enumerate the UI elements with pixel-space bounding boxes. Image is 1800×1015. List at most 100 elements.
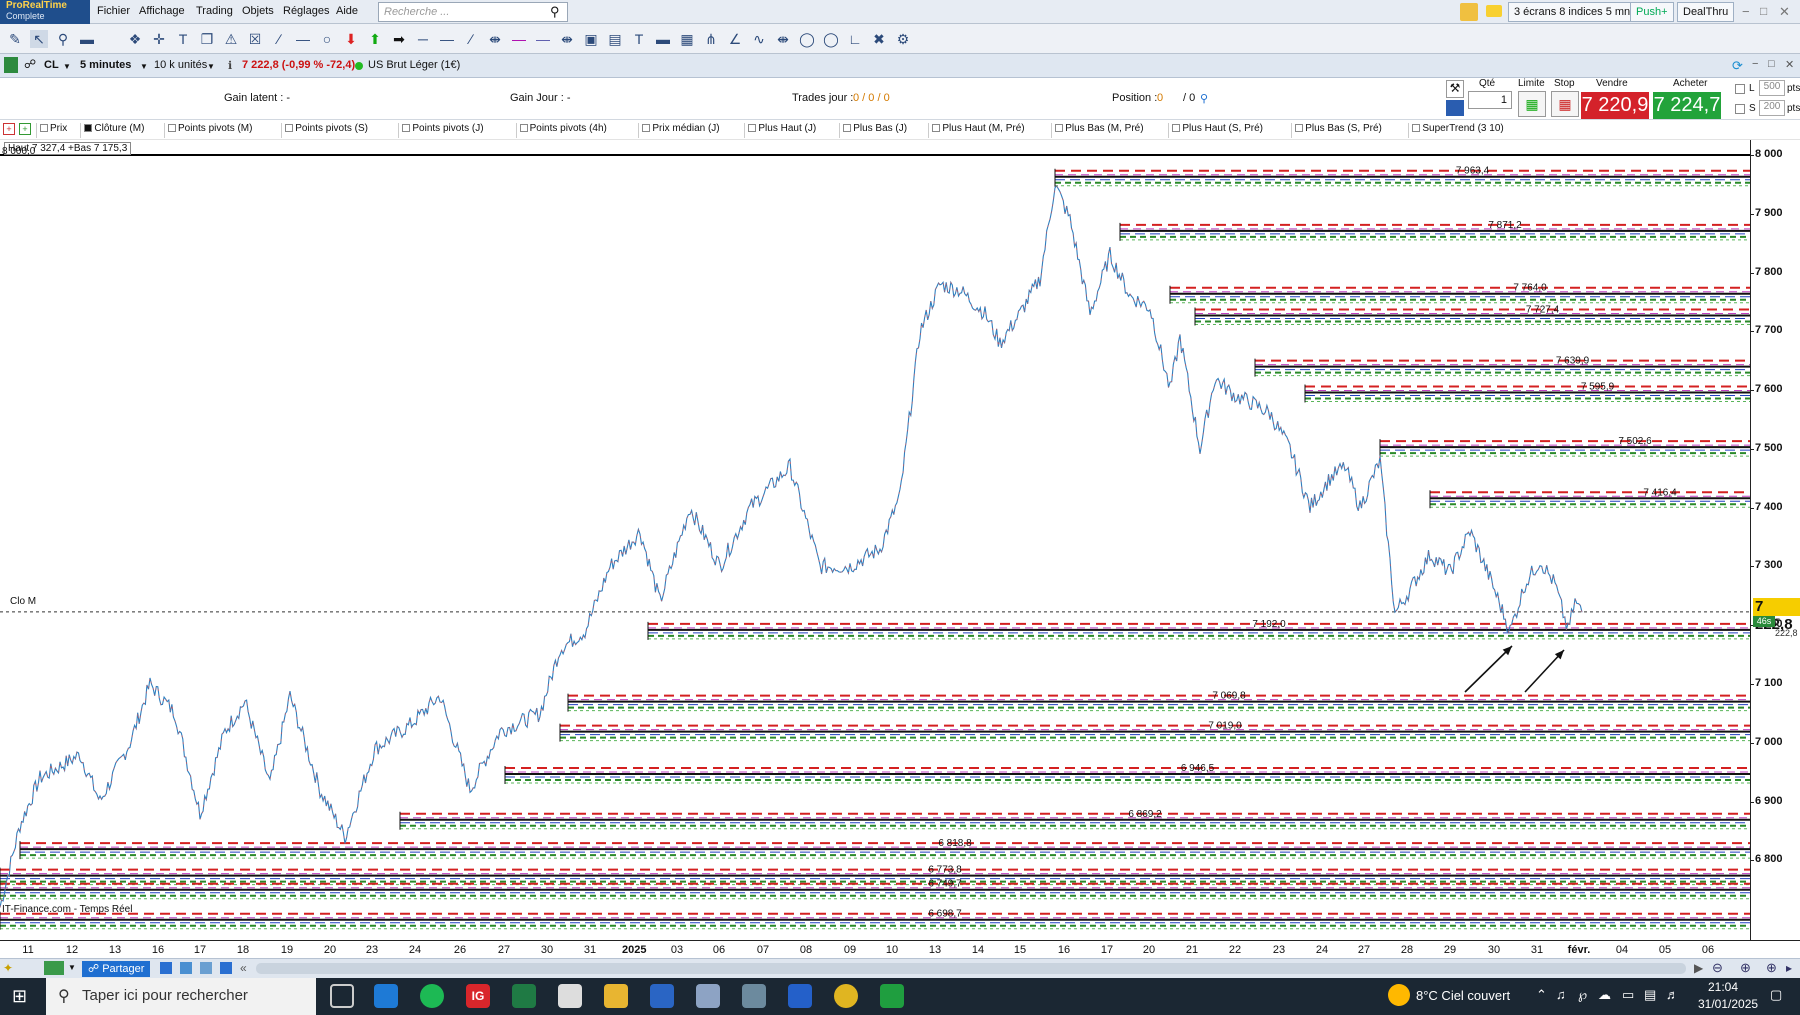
app-icon[interactable] [374, 984, 398, 1008]
ellipse-icon[interactable]: ◯ [798, 30, 816, 48]
tray-network-icon[interactable]: ▤ [1644, 987, 1656, 1003]
indicator-toggle[interactable] [1055, 124, 1064, 132]
chart-canvas[interactable]: 7 963,4 7 871,2 7 764,0 7 727,4 7 639,9 7 595… [0, 140, 1750, 940]
window-close-icon[interactable]: ✕ [1779, 4, 1790, 20]
circle-icon[interactable]: ◯ [822, 30, 840, 48]
word-icon[interactable] [650, 984, 674, 1008]
chrome-icon[interactable] [834, 984, 858, 1008]
trash-icon[interactable]: ☒ [246, 30, 264, 48]
arrow-right-icon[interactable]: ➡ [390, 30, 408, 48]
sound-icon[interactable]: ⚙ [894, 30, 912, 48]
spotify-icon[interactable] [420, 984, 444, 1008]
chart-scroll-end-icon[interactable]: ▸ [1786, 961, 1792, 975]
short-checkbox[interactable] [1735, 104, 1745, 114]
tray-volume-icon[interactable]: ♫ [1556, 987, 1566, 1002]
cycle-icon[interactable]: ∟ [846, 30, 864, 48]
chart-style-icon[interactable] [1460, 3, 1478, 21]
wave-icon[interactable]: ∿ [750, 30, 768, 48]
menu-fichier[interactable]: Fichier [97, 5, 130, 17]
push-button[interactable]: Push+ [1630, 2, 1674, 22]
price-axis[interactable]: 8 000 7 900 7 800 7 700 7 600 7 500 7 400 7 300… [1750, 140, 1800, 940]
export-icon[interactable] [220, 962, 232, 974]
indicator-chip[interactable]: Points pivots (S) [281, 123, 368, 138]
fibo-icon[interactable]: ⇼ [558, 30, 576, 48]
tray-chevron-icon[interactable]: ⌃ [1536, 987, 1547, 1003]
indicator-chip[interactable]: Plus Bas (M, Pré) [1051, 123, 1144, 138]
arrow-up-icon[interactable]: ⬆ [366, 30, 384, 48]
task-view-icon[interactable] [330, 984, 354, 1008]
excel-icon[interactable] [512, 984, 536, 1008]
indicator-toggle[interactable] [40, 124, 48, 132]
weather-icon[interactable] [1388, 984, 1410, 1006]
indicator-toggle[interactable] [843, 124, 852, 132]
tray-display-icon[interactable]: ▭ [1622, 987, 1634, 1003]
segment-icon[interactable]: — [294, 30, 312, 48]
indicator-toggle[interactable] [642, 124, 651, 132]
retracement-icon[interactable]: ⇼ [774, 30, 792, 48]
indicator-chip[interactable]: Plus Bas (S, Pré) [1291, 123, 1382, 138]
qty-input[interactable]: 1 [1468, 91, 1512, 109]
limit-order-button[interactable]: ▦ [1518, 91, 1546, 117]
scroll-left-icon[interactable]: « [240, 961, 247, 975]
fan-icon[interactable]: ∠ [726, 30, 744, 48]
screenshot-icon[interactable] [180, 962, 192, 974]
hline-icon[interactable]: ─ [414, 30, 432, 48]
indicator-toggle[interactable] [285, 124, 294, 132]
scroll-track[interactable] [256, 963, 1686, 974]
chevron-down-icon[interactable]: ▼ [63, 62, 71, 71]
text-box-icon[interactable]: T [630, 30, 648, 48]
weather-text[interactable]: 8°C Ciel couvert [1416, 988, 1510, 1003]
calculator-icon[interactable] [696, 984, 720, 1008]
dev-icon[interactable] [788, 984, 812, 1008]
node-icon[interactable]: ○ [318, 30, 336, 48]
buy-button[interactable]: 7 224,7 [1653, 92, 1721, 119]
zoom-in-icon[interactable]: ⊕ [1740, 960, 1751, 976]
clock-time[interactable]: 21:04 [1708, 980, 1738, 994]
link-icon[interactable]: ☍ [24, 57, 36, 71]
keyboard-icon[interactable] [1446, 100, 1464, 116]
indicator-chip[interactable]: Plus Haut (M, Pré) [928, 123, 1025, 138]
crosshair-icon[interactable]: ✛ [150, 30, 168, 48]
message-icon[interactable] [1486, 5, 1502, 17]
arrow-down-icon[interactable]: ⬇ [342, 30, 360, 48]
windows-start-icon[interactable]: ⊞ [12, 986, 32, 1006]
search-icon[interactable]: ⚲ [550, 4, 560, 20]
explorer-icon[interactable] [604, 984, 628, 1008]
menu-affichage[interactable]: Affichage [139, 5, 185, 17]
indicator-chip[interactable]: Points pivots (4h) [515, 123, 607, 138]
menu-reglages[interactable]: Réglages [283, 5, 329, 17]
pencil-icon[interactable]: ✎ [6, 30, 24, 48]
pitchfork-icon[interactable]: ⋔ [702, 30, 720, 48]
chart-min-icon[interactable]: − [1752, 58, 1758, 70]
indicator-toggle[interactable] [168, 124, 176, 132]
scroll-right-icon[interactable]: ▶ [1694, 961, 1703, 975]
window-max-icon[interactable]: □ [1760, 4, 1767, 18]
gann-icon[interactable]: ▦ [678, 30, 696, 48]
indicator-toggle[interactable] [519, 124, 528, 132]
tray-cloud-icon[interactable]: ☁ [1598, 987, 1611, 1003]
indicator-chip[interactable]: Clôture (M) [80, 123, 144, 138]
link-positions-icon[interactable]: ⚲ [1200, 92, 1208, 105]
indicator-chip[interactable]: Plus Bas (J) [839, 123, 907, 138]
clock-date[interactable]: 31/01/2025 [1698, 997, 1758, 1011]
window-min-icon[interactable]: − [1742, 4, 1750, 19]
menu-objets[interactable]: Objets [242, 5, 274, 17]
ruler-icon[interactable]: ▬ [78, 30, 96, 48]
line-tool-icon[interactable]: ∕ [270, 30, 288, 48]
zoom-icon[interactable]: ⚲ [54, 30, 72, 48]
short-pts-input[interactable]: 200 [1759, 100, 1785, 116]
cursor-icon[interactable]: ↖ [30, 30, 48, 48]
paint-icon[interactable] [742, 984, 766, 1008]
notifications-icon[interactable]: ▢ [1770, 987, 1782, 1003]
auto-zoom-icon[interactable]: ⊕ [1766, 960, 1777, 976]
stop-order-button[interactable]: ▦ [1551, 91, 1579, 117]
text-tool-icon[interactable]: T [174, 30, 192, 48]
dealthru-button[interactable]: DealThru [1677, 2, 1735, 22]
indicator-chip[interactable]: Points pivots (J) [398, 123, 484, 138]
time-axis[interactable]: 11 12 13 16 17 18 19 20 23 24 26 27 30 31 2025 03 06 07 08… [0, 940, 1800, 958]
symbol-selector[interactable]: CL [44, 59, 59, 71]
prorealtime-icon[interactable] [880, 984, 904, 1008]
add-indicator-icon[interactable]: + [3, 123, 15, 135]
sell-button[interactable]: 7 220,9 [1581, 92, 1649, 119]
indicator-toggle[interactable] [1295, 124, 1304, 132]
